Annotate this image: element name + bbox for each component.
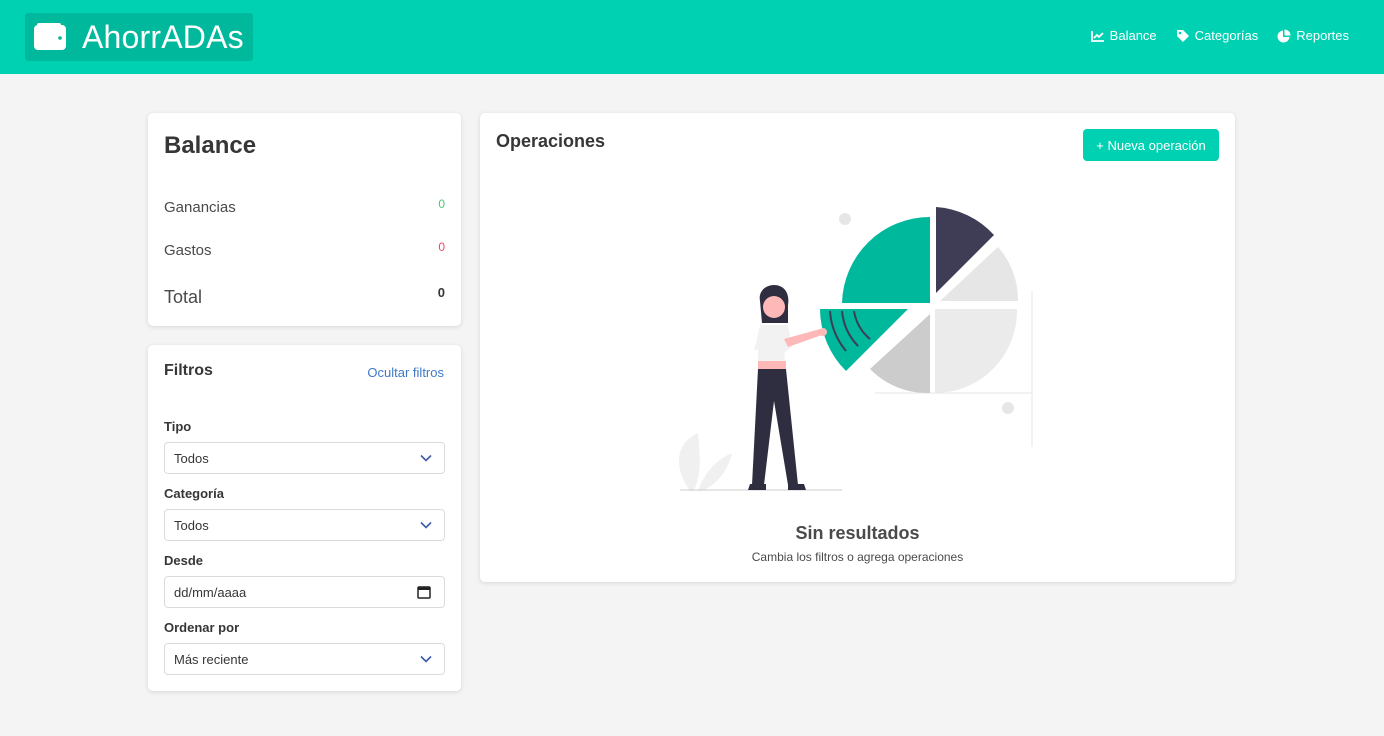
total-value: 0 (437, 285, 445, 300)
chevron-down-icon (420, 521, 432, 529)
nav-menu: Balance Categorías Reportes (1072, 28, 1349, 43)
nav-reportes-label: Reportes (1296, 28, 1349, 43)
ordenar-select[interactable]: Más reciente (164, 643, 445, 675)
ganancias-value: 0 (438, 197, 445, 211)
total-label: Total (164, 287, 203, 307)
chevron-down-icon (420, 655, 432, 663)
calendar-icon[interactable] (417, 585, 431, 599)
chart-line-icon (1090, 30, 1104, 42)
new-operation-button[interactable]: + Nueva operación (1083, 129, 1219, 161)
categoria-select[interactable]: Todos (164, 509, 445, 541)
desde-date-input[interactable]: dd/mm/aaaa (164, 576, 445, 608)
hide-filters-link[interactable]: Ocultar filtros (367, 365, 444, 380)
pie-chart-icon (1277, 29, 1291, 42)
wallet-icon (34, 23, 67, 51)
balance-row-ganancias: Ganancias 0 (164, 197, 445, 216)
balance-title: Balance (164, 132, 257, 159)
gastos-value: 0 (438, 240, 445, 254)
operations-card: Operaciones + Nueva operación Sin result… (480, 113, 1235, 582)
balance-row-total: Total 0 (164, 285, 445, 308)
chevron-down-icon (420, 454, 432, 462)
empty-state-title: Sin resultados (795, 523, 920, 543)
operations-title: Operaciones (496, 131, 606, 151)
tag-icon (1176, 29, 1189, 42)
desde-label: Desde (164, 553, 204, 568)
categoria-value: Todos (174, 517, 209, 533)
gastos-label: Gastos (164, 242, 212, 259)
balance-row-gastos: Gastos 0 (164, 240, 445, 259)
tipo-value: Todos (174, 450, 209, 466)
filters-title: Filtros (164, 362, 213, 379)
nav-categorias[interactable]: Categorías (1176, 28, 1259, 43)
empty-state-illustration (678, 207, 1033, 491)
navbar: AhorrADAs Balance Categorías Reportes (0, 0, 1384, 74)
brand-logo[interactable]: AhorrADAs (25, 13, 253, 61)
nav-reportes[interactable]: Reportes (1277, 28, 1349, 43)
desde-value: dd/mm/aaaa (174, 584, 247, 600)
ganancias-label: Ganancias (164, 199, 236, 216)
brand-title: AhorrADAs (82, 18, 244, 55)
ordenar-value: Más reciente (174, 651, 249, 667)
ordenar-label: Ordenar por (164, 620, 240, 635)
tipo-label: Tipo (164, 419, 192, 434)
balance-card: Balance Ganancias 0 Gastos 0 Total 0 (148, 113, 461, 326)
nav-balance-label: Balance (1109, 28, 1157, 43)
tipo-select[interactable]: Todos (164, 442, 445, 474)
nav-categorias-label: Categorías (1194, 28, 1259, 43)
categoria-label: Categoría (164, 486, 224, 501)
filters-card: Filtros Ocultar filtros Tipo Todos Categ… (148, 345, 461, 691)
nav-balance[interactable]: Balance (1090, 28, 1157, 43)
empty-state-subtitle: Cambia los filtros o agrega operaciones (751, 550, 964, 564)
